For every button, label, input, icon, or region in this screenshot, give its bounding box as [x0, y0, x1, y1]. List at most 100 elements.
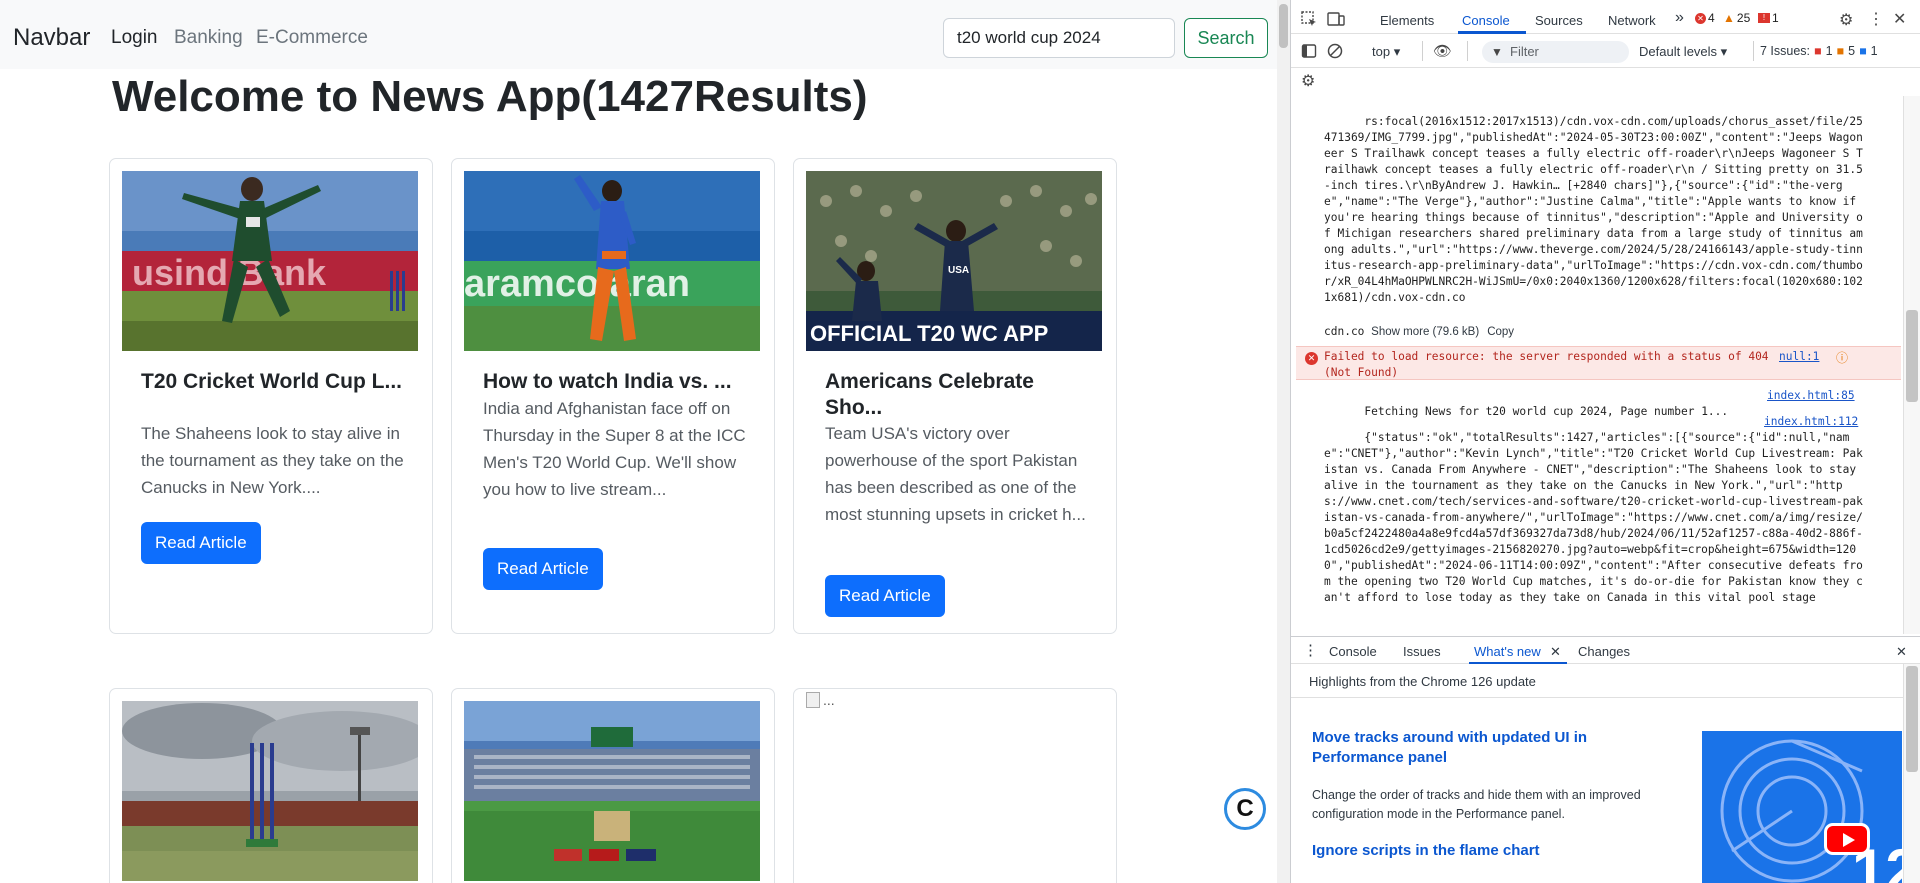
article-title: How to watch India vs. ...	[483, 370, 732, 393]
news-card: ...	[793, 688, 1117, 883]
console-log-message: {"status":"ok","totalResults":1427,"arti…	[1324, 431, 1863, 604]
console-settings-gear-icon[interactable]: ⚙	[1301, 71, 1315, 91]
read-article-button[interactable]: Read Article	[825, 575, 945, 617]
error-message: Failed to load resource: the server resp…	[1324, 350, 1769, 379]
error-count-badge[interactable]: ✕ 4	[1695, 11, 1715, 25]
clear-console-icon[interactable]	[1327, 43, 1343, 62]
console-output: rs:focal(2016x1512:2017x1513)/cdn.vox-cd…	[1291, 96, 1903, 634]
page-scrollbar-thumb[interactable]	[1279, 4, 1288, 48]
console-error-row: ✕ Failed to load resource: the server re…	[1296, 346, 1901, 380]
drawer-tab-issues[interactable]: Issues	[1403, 644, 1441, 659]
broken-image-alt-text: ...	[823, 692, 835, 708]
context-selector[interactable]: top ▾	[1372, 44, 1400, 60]
drawer-tab-console[interactable]: Console	[1329, 644, 1377, 659]
news-card: OFFICIAL T20 WC APP USA Americans Celebr…	[793, 158, 1117, 634]
drawer-scrollbar-thumb[interactable]	[1906, 666, 1918, 772]
youtube-play-icon[interactable]	[1824, 823, 1870, 855]
search-button[interactable]: Search	[1184, 18, 1268, 58]
toolbar-divider	[1422, 41, 1423, 61]
console-scrollbar-thumb[interactable]	[1906, 310, 1918, 402]
svg-text:OFFICIAL T20 WC APP: OFFICIAL T20 WC APP	[810, 321, 1048, 346]
article-image: aramco aran	[464, 171, 760, 351]
news-card	[109, 688, 433, 883]
drawer-tab-changes[interactable]: Changes	[1578, 644, 1630, 659]
error-circle-icon: ✕	[1305, 352, 1318, 365]
whats-new-highlights: Highlights from the Chrome 126 update	[1309, 674, 1536, 689]
page-title: Welcome to News App(1427Results)	[112, 72, 868, 121]
navbar: Navbar Login Banking E-Commerce Search	[0, 0, 1277, 69]
article-title: Americans Celebrate Sho...	[825, 370, 1034, 419]
issue-icon: !	[1758, 13, 1770, 23]
log-levels-dropdown[interactable]: Default levels ▾	[1639, 44, 1727, 60]
whats-new-item-description: Change the order of tracks and hide them…	[1312, 788, 1641, 821]
divider	[1291, 697, 1903, 698]
console-filter-input[interactable]: ▼ Filter	[1482, 41, 1629, 63]
article-description: The Shaheens look to stay alive in the t…	[141, 424, 404, 497]
issue-info-icon: ■	[1859, 44, 1867, 58]
devtools-panel: Elements Console Sources Network » ✕ 4 ▲…	[1290, 0, 1920, 883]
whats-new-item-title[interactable]: Ignore scripts in the flame chart	[1312, 841, 1632, 861]
page-scrollbar[interactable]	[1277, 0, 1290, 883]
error-source-link[interactable]: null:1	[1779, 349, 1819, 365]
close-drawer-icon[interactable]: ✕	[1896, 644, 1907, 660]
drawer-menu-icon[interactable]: ⋮	[1303, 641, 1318, 659]
filter-icon: ▼	[1491, 45, 1503, 59]
drawer-tab-whats-new[interactable]: What's new	[1474, 644, 1541, 659]
nav-link-login[interactable]: Login	[111, 27, 158, 49]
issue-warning-icon: ■	[1836, 44, 1845, 58]
more-options-icon[interactable]: ⋮	[1868, 9, 1884, 29]
article-image	[122, 701, 418, 881]
news-card: aramco aran How to watch India vs. ... I…	[451, 158, 775, 634]
tab-console[interactable]: Console	[1462, 13, 1510, 28]
tab-elements[interactable]: Elements	[1380, 13, 1434, 28]
inspect-element-icon[interactable]	[1301, 11, 1317, 30]
console-log-tail: cdn.co Show more (79.6 kB) Copy	[1324, 324, 1869, 340]
floating-c-logo-icon[interactable]: C	[1224, 788, 1266, 830]
close-devtools-icon[interactable]: ✕	[1893, 9, 1906, 29]
error-icon: ✕	[1695, 12, 1706, 24]
article-description: Team USA's victory over powerhouse of th…	[825, 424, 1086, 524]
news-card: usind Bank T20 Cricket World Cup L... Th…	[109, 158, 433, 634]
navbar-brand[interactable]: Navbar	[13, 24, 90, 52]
warning-count-badge[interactable]: ▲ 25	[1723, 11, 1750, 25]
issues-count-badge[interactable]: ! 1	[1758, 11, 1779, 25]
more-tabs-icon[interactable]: »	[1675, 9, 1684, 27]
svg-text:aramco aran: aramco aran	[464, 263, 690, 305]
settings-gear-icon[interactable]: ⚙	[1839, 10, 1853, 30]
toolbar-divider	[1753, 41, 1754, 61]
source-link[interactable]: index.html:112	[1760, 414, 1859, 430]
show-more-button[interactable]: Show more (79.6 kB)	[1371, 326, 1479, 338]
news-card	[451, 688, 775, 883]
console-log-message: rs:focal(2016x1512:2017x1513)/cdn.vox-cd…	[1324, 115, 1863, 304]
warning-icon: ▲	[1723, 11, 1735, 25]
article-image: usind Bank	[122, 171, 418, 351]
article-image: OFFICIAL T20 WC APP USA	[806, 171, 1102, 351]
article-description: India and Afghanistan face off on Thursd…	[483, 399, 746, 499]
toolbar-divider	[1467, 41, 1468, 61]
issue-error-icon: ■	[1814, 44, 1822, 58]
read-article-button[interactable]: Read Article	[141, 522, 261, 564]
source-link[interactable]: index.html:85	[1767, 388, 1855, 404]
sidebar-toggle-icon[interactable]	[1301, 43, 1317, 62]
web-page: Navbar Login Banking E-Commerce Search W…	[0, 0, 1277, 883]
device-toolbar-icon[interactable]	[1327, 11, 1345, 30]
tab-sources[interactable]: Sources	[1535, 13, 1583, 28]
copy-button[interactable]: Copy	[1487, 326, 1514, 338]
nav-link-banking[interactable]: Banking	[174, 27, 243, 49]
nav-link-ecommerce[interactable]: E-Commerce	[256, 27, 368, 49]
tab-network[interactable]: Network	[1608, 13, 1656, 28]
eye-icon[interactable]: 👁	[1433, 42, 1452, 60]
devtools-tabbar: Elements Console Sources Network » ✕ 4 ▲…	[1291, 0, 1920, 34]
active-drawer-tab-indicator	[1469, 662, 1567, 664]
svg-text:USA: USA	[948, 265, 969, 276]
article-title: T20 Cricket World Cup L...	[141, 370, 402, 393]
article-image	[464, 701, 760, 881]
whats-new-video-thumbnail[interactable]: 12	[1702, 731, 1902, 883]
close-whats-new-icon[interactable]: ✕	[1550, 644, 1561, 660]
read-article-button[interactable]: Read Article	[483, 548, 603, 590]
error-hint-icon[interactable]: ⓘ	[1836, 350, 1848, 366]
whats-new-item-title[interactable]: Move tracks around with updated UI in Pe…	[1312, 728, 1632, 768]
broken-image-icon: ...	[806, 692, 835, 708]
issues-summary[interactable]: 7 Issues: ■ 1 ■ 5 ■ 1	[1760, 44, 1878, 58]
search-input[interactable]	[943, 18, 1175, 58]
